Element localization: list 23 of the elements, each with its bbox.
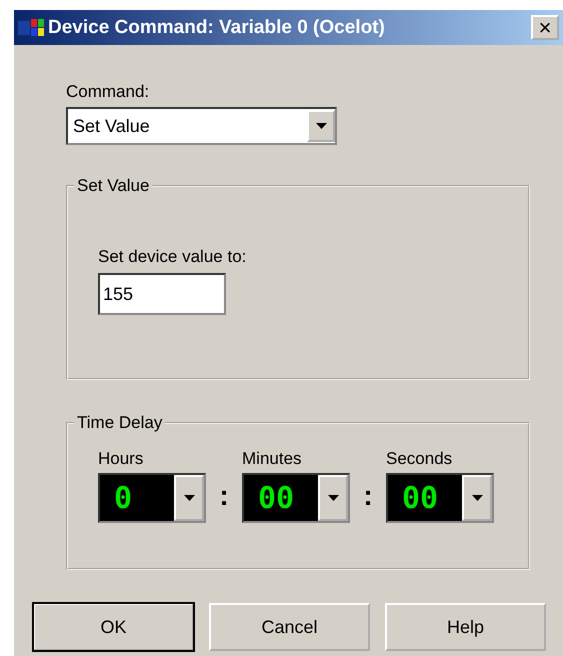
app-icon bbox=[18, 18, 44, 38]
dialog-button[interactable]: Help bbox=[385, 603, 546, 651]
time-dropdown[interactable]: 0 bbox=[98, 473, 206, 523]
time-label: Minutes bbox=[242, 449, 303, 469]
value-input[interactable]: 155 bbox=[98, 273, 226, 315]
window-title: Device Command: Variable 0 (Ocelot) bbox=[48, 16, 386, 38]
caret-icon bbox=[328, 495, 338, 501]
command-label: Command: bbox=[66, 82, 150, 102]
caret-icon bbox=[316, 123, 326, 129]
close-button[interactable]: × bbox=[531, 15, 559, 40]
caret-icon bbox=[472, 495, 482, 501]
value-label: Set device value to: bbox=[98, 247, 248, 267]
colon-separator: : bbox=[362, 479, 374, 513]
time-dropdown[interactable]: 00 bbox=[242, 473, 350, 523]
colon-separator: : bbox=[218, 479, 230, 513]
group-title: Time Delay bbox=[74, 413, 166, 433]
command-dropdown[interactable]: Set Value bbox=[66, 107, 337, 145]
time-dropdown[interactable]: 00 bbox=[386, 473, 494, 523]
time-label: Seconds bbox=[386, 449, 454, 469]
dialog-button[interactable]: Cancel bbox=[209, 603, 370, 651]
time-label: Hours bbox=[98, 449, 144, 469]
caret-icon bbox=[184, 495, 194, 501]
dialog-button[interactable]: OK bbox=[33, 603, 194, 651]
